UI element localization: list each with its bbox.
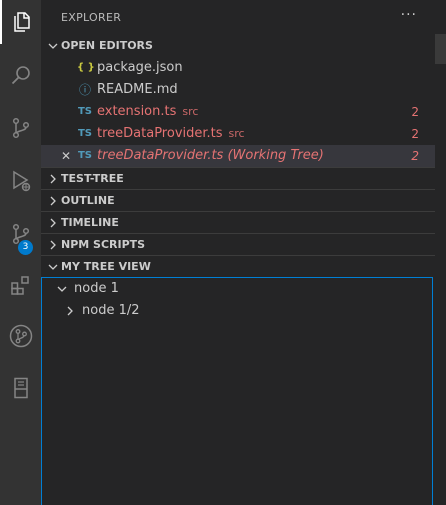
chevron-right-icon: [45, 168, 61, 190]
remote-explorer-activity-button[interactable]: [0, 366, 41, 410]
open-editor-name: package.json: [97, 60, 183, 75]
open-editor-name: treeDataProvider.ts: [97, 126, 223, 141]
open-editor-item[interactable]: TS extension.ts src 2: [41, 101, 435, 123]
my-tree-view-pane: node 1 node 1/2: [41, 277, 433, 505]
chevron-down-icon: [45, 256, 61, 278]
run-debug-icon: [12, 170, 30, 192]
timeline-header[interactable]: TIMELINE: [41, 211, 435, 233]
problem-count: 2: [411, 105, 419, 119]
typescript-icon: TS: [77, 150, 93, 161]
extensions-activity-button[interactable]: [0, 263, 41, 307]
open-editor-path: src: [228, 127, 245, 140]
git-graph-icon: [9, 324, 32, 348]
more-actions-icon[interactable]: ···: [401, 0, 417, 35]
open-editor-name: treeDataProvider.ts (Working Tree): [97, 148, 324, 163]
chevron-right-icon: [62, 300, 78, 322]
open-editors-header[interactable]: OPEN EDITORS: [41, 35, 435, 57]
section-label: MY TREE VIEW: [61, 260, 151, 273]
chevron-right-icon: [45, 234, 61, 256]
open-editor-item[interactable]: ⓘ README.md: [41, 79, 435, 101]
open-editor-name: README.md: [97, 82, 178, 97]
remote-explorer-icon: [13, 377, 28, 399]
source-control-activity-button[interactable]: [0, 106, 41, 150]
open-editor-name: extension.ts: [97, 104, 177, 119]
git-graph-activity-button[interactable]: [0, 314, 41, 358]
sidebar-scrollbar[interactable]: [435, 0, 446, 505]
problem-count: 2: [411, 149, 419, 163]
extensions-icon: [10, 276, 29, 295]
problem-count: 2: [411, 127, 419, 141]
section-label: OUTLINE: [61, 194, 115, 207]
chevron-down-icon: [45, 35, 61, 57]
test-tree-header[interactable]: TEST-TREE: [41, 167, 435, 189]
tree-node[interactable]: node 1: [42, 278, 432, 300]
chevron-right-icon: [45, 190, 61, 212]
activity-bar: 3: [0, 0, 41, 505]
open-editor-item[interactable]: TS treeDataProvider.ts src 2: [41, 123, 435, 145]
tree-node-label: node 1/2: [82, 303, 140, 318]
search-activity-button[interactable]: [0, 53, 41, 97]
close-icon[interactable]: ✕: [61, 145, 71, 167]
tree-node[interactable]: node 1/2: [42, 300, 432, 322]
section-label: TIMELINE: [61, 216, 119, 229]
open-editors-label: OPEN EDITORS: [61, 39, 153, 52]
open-editor-path: src: [182, 105, 199, 118]
npm-scripts-header[interactable]: NPM SCRIPTS: [41, 233, 435, 255]
open-editor-item-selected[interactable]: ✕ TS treeDataProvider.ts (Working Tree) …: [41, 145, 435, 167]
explorer-title: EXPLORER: [61, 11, 122, 24]
files-icon: [13, 12, 30, 32]
chevron-right-icon: [45, 212, 61, 234]
my-tree-view-header[interactable]: MY TREE VIEW: [41, 255, 435, 277]
search-icon: [11, 66, 30, 85]
outline-header[interactable]: OUTLINE: [41, 189, 435, 211]
open-editor-item[interactable]: { } package.json: [41, 57, 435, 79]
scm-badge: 3: [18, 240, 33, 255]
tree-node-label: node 1: [74, 281, 119, 296]
scrollbar-thumb[interactable]: [435, 34, 446, 64]
typescript-icon: TS: [77, 128, 93, 139]
source-control-icon: [12, 117, 29, 139]
section-label: TEST-TREE: [61, 172, 124, 185]
explorer-sidebar: EXPLORER ··· OPEN EDITORS { } package.js…: [41, 0, 435, 505]
scm-extension-activity-button[interactable]: 3: [0, 212, 41, 256]
run-debug-activity-button[interactable]: [0, 159, 41, 203]
explorer-activity-button[interactable]: [0, 0, 41, 44]
typescript-icon: TS: [77, 106, 93, 117]
section-label: NPM SCRIPTS: [61, 238, 146, 251]
json-icon: { }: [77, 62, 95, 73]
chevron-down-icon: [54, 278, 70, 300]
info-icon: ⓘ: [78, 83, 91, 97]
